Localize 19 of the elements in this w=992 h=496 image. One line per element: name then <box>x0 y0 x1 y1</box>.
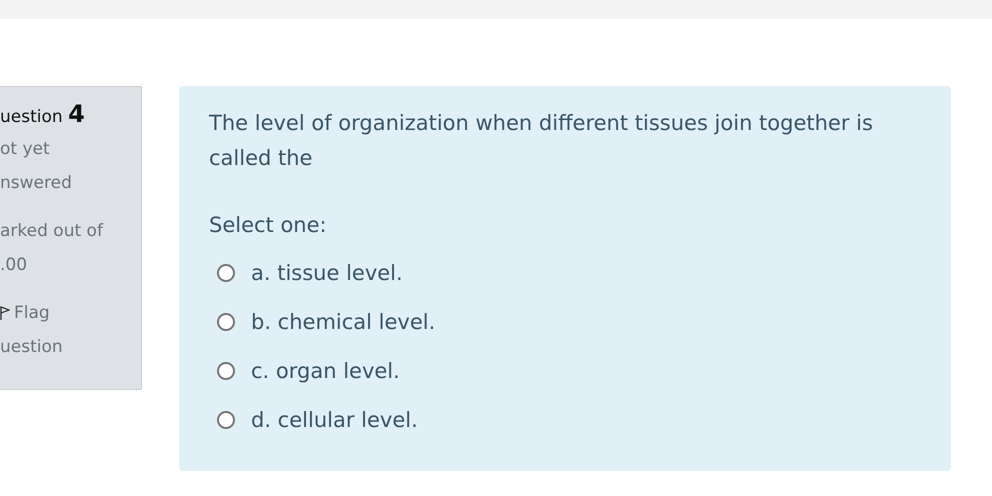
answer-option[interactable]: d. cellular level. <box>251 408 418 432</box>
question-status: nswered <box>0 172 73 195</box>
radio-button[interactable] <box>217 362 235 380</box>
question-marks: arked out of <box>0 220 104 243</box>
flag-question-link[interactable]: uestion <box>0 330 141 364</box>
answer-option[interactable]: c. organ level. <box>251 358 400 382</box>
question-status: ot yet <box>0 138 51 161</box>
select-prompt: Select one: <box>209 212 328 239</box>
question-number: 4 <box>68 100 85 128</box>
answer-option[interactable]: b. chemical level. <box>251 310 436 334</box>
radio-button[interactable] <box>217 264 235 282</box>
flag-question-link[interactable]: Flag <box>14 296 50 330</box>
flag-icon[interactable] <box>0 306 10 320</box>
question-marks: .00 <box>0 254 28 277</box>
radio-button[interactable] <box>217 410 235 428</box>
radio-button[interactable] <box>217 312 235 330</box>
question-text: The level of organization when different tissues join together is called the <box>209 110 874 172</box>
question-heading: uestion <box>0 107 63 127</box>
answer-option[interactable]: a. tissue level. <box>251 260 403 284</box>
